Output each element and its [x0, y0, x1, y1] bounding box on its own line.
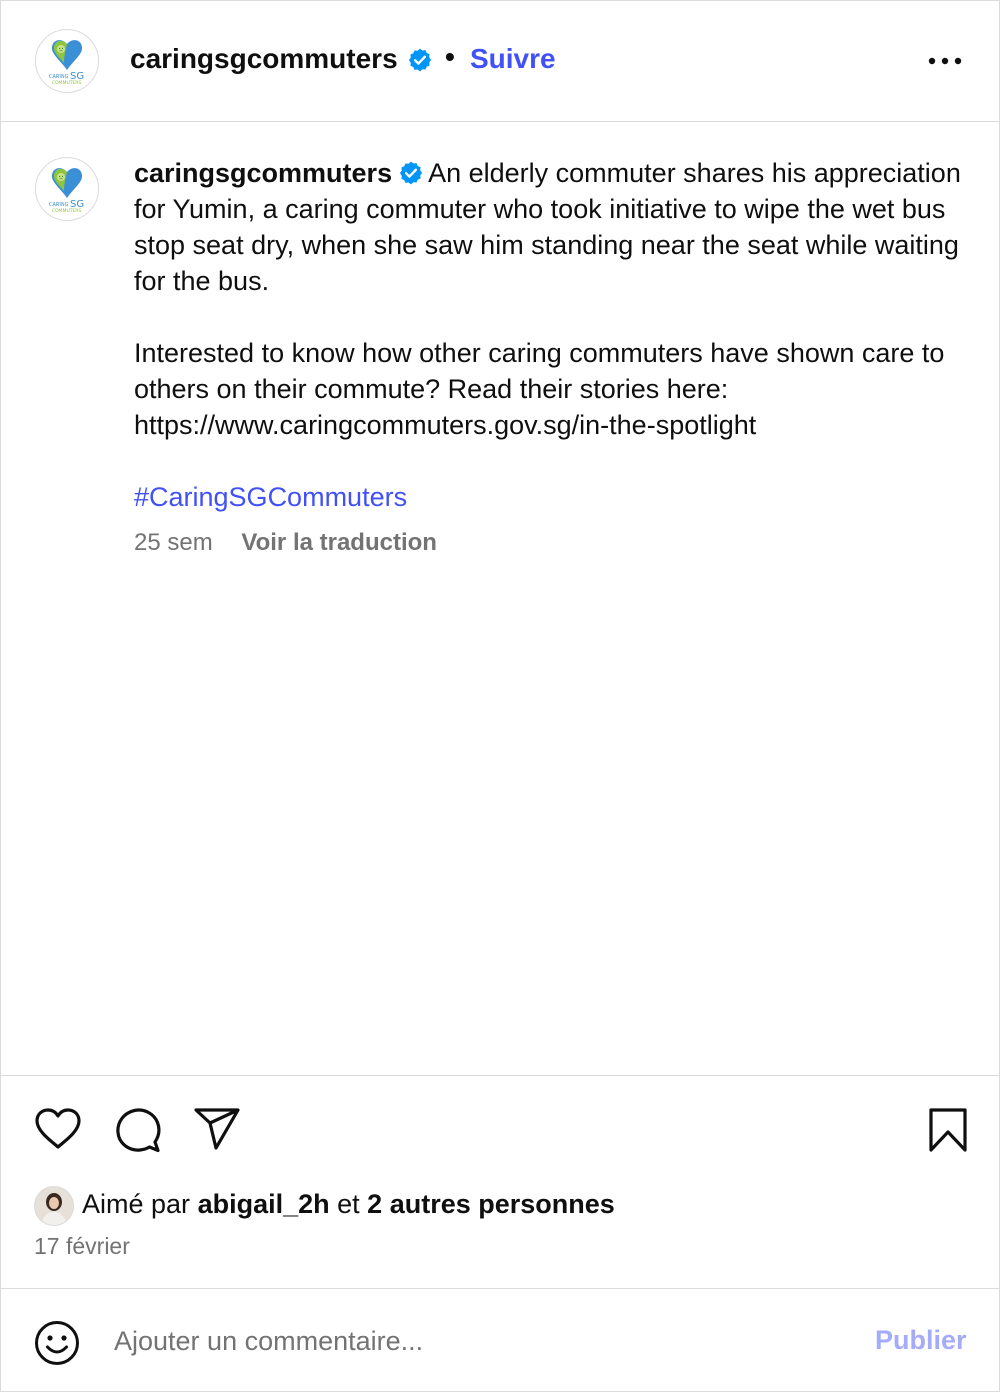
- profile-avatar[interactable]: CARING SG COMMUTERS: [35, 29, 99, 93]
- verified-badge-icon: [400, 161, 423, 185]
- separator-dot: •: [445, 41, 455, 72]
- verified-badge-icon: [408, 48, 432, 72]
- post-dialog: CARING SG COMMUTERS caringsgcommuters • …: [0, 0, 1000, 1392]
- caption-avatar[interactable]: CARING SG COMMUTERS: [35, 157, 99, 221]
- publish-button[interactable]: Publier: [875, 1325, 967, 1356]
- more-horizontal-icon[interactable]: [923, 43, 967, 79]
- caring-sg-logo: CARING SG COMMUTERS: [49, 40, 84, 86]
- liker-avatar[interactable]: [34, 1186, 74, 1226]
- follow-button[interactable]: Suivre: [470, 43, 556, 75]
- caption-paragraph-1: caringsgcommuters An elderly commuter sh…: [134, 155, 964, 299]
- svg-text:COMMUTERS: COMMUTERS: [52, 80, 81, 86]
- svg-text:COMMUTERS: COMMUTERS: [52, 208, 81, 214]
- comment-bar: Publier: [1, 1288, 999, 1392]
- comment-icon[interactable]: [114, 1107, 162, 1153]
- hashtag-link[interactable]: #CaringSGCommuters: [134, 482, 407, 512]
- liked-by-user[interactable]: abigail_2h: [198, 1189, 330, 1219]
- comment-input[interactable]: [114, 1319, 854, 1363]
- svg-text:CARING: CARING: [49, 74, 69, 80]
- svg-text:CARING: CARING: [49, 202, 69, 208]
- caring-sg-logo: CARING SG COMMUTERS: [49, 168, 84, 214]
- header-username[interactable]: caringsgcommuters: [130, 43, 398, 75]
- liked-by-and: et: [337, 1189, 360, 1219]
- likes-summary: Aimé par abigail_2h et 2 autres personne…: [82, 1189, 615, 1220]
- post-header: CARING SG COMMUTERS caringsgcommuters • …: [1, 1, 999, 122]
- liker-photo: [35, 1187, 73, 1225]
- caption-username[interactable]: caringsgcommuters: [134, 158, 392, 188]
- caption-meta: 25 sem Voir la traduction: [134, 529, 437, 557]
- share-icon[interactable]: [193, 1107, 241, 1151]
- post-age[interactable]: 25 sem: [134, 529, 213, 556]
- heart-icon[interactable]: [34, 1107, 82, 1151]
- caption-paragraph-2: Interested to know how other caring comm…: [134, 338, 945, 440]
- see-translation-button[interactable]: Voir la traduction: [241, 529, 437, 556]
- bookmark-icon[interactable]: [929, 1108, 967, 1152]
- emoji-icon[interactable]: [34, 1320, 80, 1366]
- post-actions: Aimé par abigail_2h et 2 autres personne…: [1, 1075, 999, 1288]
- liked-by-others[interactable]: 2 autres personnes: [367, 1189, 615, 1219]
- post-caption: caringsgcommuters An elderly commuter sh…: [134, 155, 964, 515]
- liked-by-prefix: Aimé par: [82, 1189, 191, 1219]
- post-date[interactable]: 17 février: [34, 1233, 130, 1260]
